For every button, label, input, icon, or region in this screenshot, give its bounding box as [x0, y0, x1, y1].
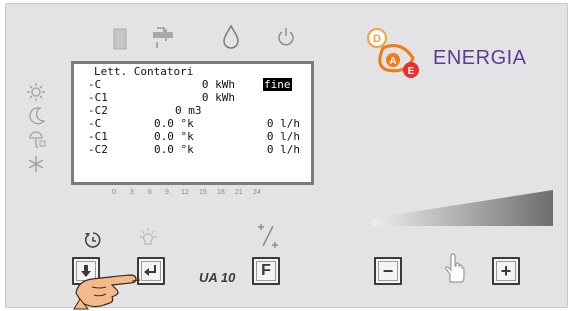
- row-label: -C2: [88, 143, 108, 156]
- plus-button[interactable]: +: [492, 257, 520, 285]
- drop-icon: [221, 24, 241, 50]
- snowflake-icon: [27, 155, 45, 173]
- tap-icon: [150, 26, 176, 50]
- plus-label: +: [496, 261, 516, 281]
- row-value: 0 kWh: [201, 78, 235, 91]
- row-label: -C: [88, 78, 102, 91]
- fine-indicator: fine: [263, 78, 292, 91]
- pointing-hand-icon: [72, 271, 168, 311]
- lcd-display: Lett. Contatori -C 0 kWh fine -C1 0 kWh …: [71, 61, 314, 185]
- hour-tick: 0: [112, 189, 116, 196]
- moon-icon: [29, 107, 45, 125]
- svg-text:D: D: [373, 33, 381, 45]
- hour-tick: 12: [181, 189, 189, 196]
- touch-hand-icon: [443, 252, 465, 286]
- display-title: Lett. Contatori: [94, 65, 194, 78]
- function-button[interactable]: F: [252, 257, 280, 285]
- hour-tick: 15: [199, 189, 207, 196]
- model-label: UA 10: [199, 270, 236, 285]
- minus-button[interactable]: −: [374, 257, 402, 285]
- row-value: 0 kWh: [201, 91, 235, 104]
- row-temp: 0.0 °k: [154, 130, 194, 143]
- row-label: -C: [88, 117, 102, 130]
- row-flow: 0 l/h: [266, 130, 300, 143]
- hour-tick: 6: [148, 189, 152, 196]
- row-flow: 0 l/h: [266, 117, 300, 130]
- light-icon: [137, 228, 161, 250]
- power-icon: [276, 26, 296, 48]
- sun-cloud-icon: [27, 130, 47, 148]
- control-panel: D A E ENERGIA Lett. Contatori -C 0 kWh f…: [5, 3, 568, 308]
- row-label: -C1: [88, 130, 108, 143]
- row-value: 0 m3: [175, 104, 202, 117]
- hour-tick: 9: [165, 189, 169, 196]
- minus-label: −: [378, 261, 398, 281]
- heater-icon: [113, 28, 127, 50]
- brand-logo: D A E: [365, 26, 427, 82]
- row-label: -C2: [88, 104, 108, 117]
- function-label: F: [256, 261, 276, 281]
- svg-text:E: E: [408, 66, 415, 77]
- row-label: -C1: [88, 91, 108, 104]
- hour-tick: 24: [253, 189, 261, 196]
- timer-icon: [83, 230, 103, 250]
- hour-tick: 21: [235, 189, 243, 196]
- sun-icon: [27, 83, 45, 101]
- svg-text:A: A: [389, 56, 396, 67]
- brand-name: ENERGIA: [433, 47, 527, 69]
- row-temp: 0.0 °k: [154, 117, 194, 130]
- row-temp: 0.0 °k: [154, 143, 194, 156]
- row-flow: 0 l/h: [266, 143, 300, 156]
- hour-tick: 3: [130, 189, 134, 196]
- temp-snow-icon: [255, 222, 281, 250]
- hour-tick: 18: [217, 189, 225, 196]
- level-ramp: [373, 190, 553, 226]
